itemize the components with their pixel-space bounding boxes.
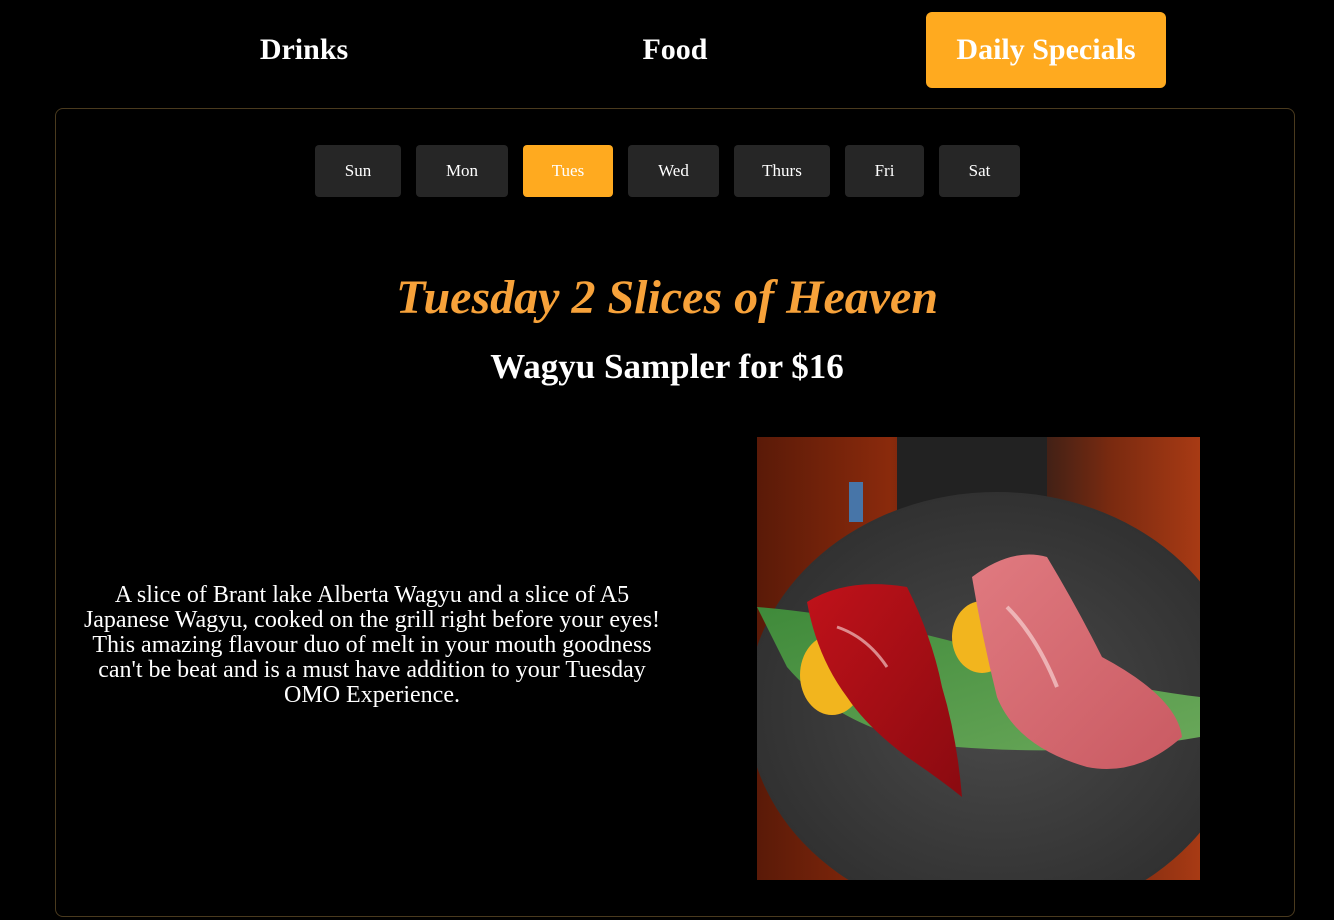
tab-drinks[interactable]: Drinks <box>184 12 424 88</box>
wagyu-photo <box>757 437 1200 880</box>
tab-daily-specials[interactable]: Daily Specials <box>926 12 1166 88</box>
special-description: A slice of Brant lake Alberta Wagyu and … <box>83 582 661 708</box>
day-button-mon[interactable]: Mon <box>416 145 508 197</box>
special-title: Tuesday 2 Slices of Heaven <box>395 271 939 324</box>
day-button-sun[interactable]: Sun <box>315 145 401 197</box>
day-button-tues[interactable]: Tues <box>523 145 613 197</box>
tab-food[interactable]: Food <box>555 12 795 88</box>
page: Drinks Food Daily Specials Sun Mon Tues … <box>0 0 1334 920</box>
special-subtitle: Wagyu Sampler for $16 <box>490 347 844 386</box>
day-button-fri[interactable]: Fri <box>845 145 924 197</box>
day-button-wed[interactable]: Wed <box>628 145 719 197</box>
day-button-thurs[interactable]: Thurs <box>734 145 830 197</box>
day-button-sat[interactable]: Sat <box>939 145 1020 197</box>
